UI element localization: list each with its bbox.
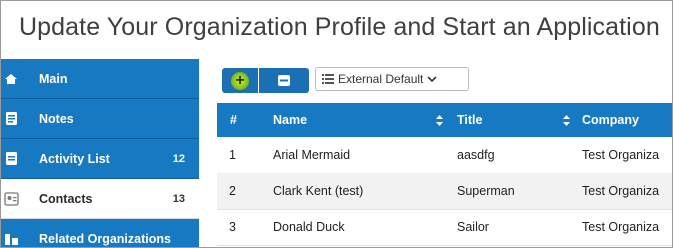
table-row[interactable]: 3 Donald Duck Sailor Test Organiza	[217, 209, 672, 246]
contact-name[interactable]: Clark Kent (test)	[273, 184, 363, 198]
list-icon	[322, 74, 334, 84]
contact-title: aasdfg	[457, 148, 495, 162]
column-header-title[interactable]: Title	[457, 113, 482, 127]
contact-company: Test Organiza	[582, 184, 660, 198]
card-view-icon	[277, 74, 291, 87]
table-header: # Name Title Company	[217, 103, 672, 137]
contact-name[interactable]: Donald Duck	[273, 220, 345, 234]
sidebar-item-notes[interactable]: Notes	[1, 99, 199, 139]
chevron-down-icon	[427, 75, 437, 83]
sort-icon[interactable]	[563, 113, 576, 127]
activity-count-badge: 12	[172, 152, 185, 165]
contact-company: Test Organiza	[582, 148, 660, 162]
view-select[interactable]: External Default	[315, 67, 469, 91]
table-row[interactable]: 2 Clark Kent (test) Superman Test Organi…	[217, 173, 672, 210]
contact-name[interactable]: Arial Mermaid	[273, 148, 350, 162]
sort-icon[interactable]	[436, 113, 449, 127]
home-icon	[3, 71, 19, 87]
view-select-value: External Default	[338, 72, 424, 86]
sidebar-item-activity-list[interactable]: Activity List 12	[1, 139, 199, 179]
screen: Update Your Organization Profile and Sta…	[0, 0, 673, 248]
contact-title: Superman	[457, 184, 515, 198]
plus-icon: +	[231, 71, 249, 90]
table-row[interactable]: 1 Arial Mermaid aasdfg Test Organiza	[217, 137, 672, 174]
contacts-icon	[3, 191, 19, 207]
page-title: Update Your Organization Profile and Sta…	[19, 13, 660, 41]
organizations-icon	[3, 231, 19, 247]
add-contact-button[interactable]: +	[222, 68, 258, 93]
row-number: 2	[229, 184, 236, 198]
row-number: 1	[229, 148, 236, 162]
contact-title: Sailor	[457, 220, 489, 234]
sidebar-item-related-organizations[interactable]: Related Organizations	[1, 219, 199, 247]
row-number: 3	[229, 220, 236, 234]
list-icon	[3, 151, 19, 167]
column-header-name[interactable]: Name	[273, 113, 307, 127]
contact-company: Test Organiza	[582, 220, 660, 234]
card-view-button[interactable]	[259, 68, 309, 93]
sidebar-item-label: Activity List	[39, 151, 110, 166]
sidebar: Main Notes Activity List 12 Contacts 13	[1, 59, 199, 247]
column-header-number[interactable]: #	[230, 113, 237, 127]
sidebar-item-contacts[interactable]: Contacts 13	[1, 179, 199, 219]
sidebar-item-label: Notes	[39, 111, 74, 126]
sidebar-item-label: Contacts	[39, 191, 93, 206]
sidebar-item-label: Main	[39, 71, 68, 86]
column-header-company[interactable]: Company	[582, 113, 639, 127]
contacts-count-badge: 13	[172, 192, 185, 205]
note-icon	[3, 111, 19, 127]
sidebar-item-main[interactable]: Main	[1, 59, 199, 99]
sidebar-item-label: Related Organizations	[39, 232, 171, 246]
